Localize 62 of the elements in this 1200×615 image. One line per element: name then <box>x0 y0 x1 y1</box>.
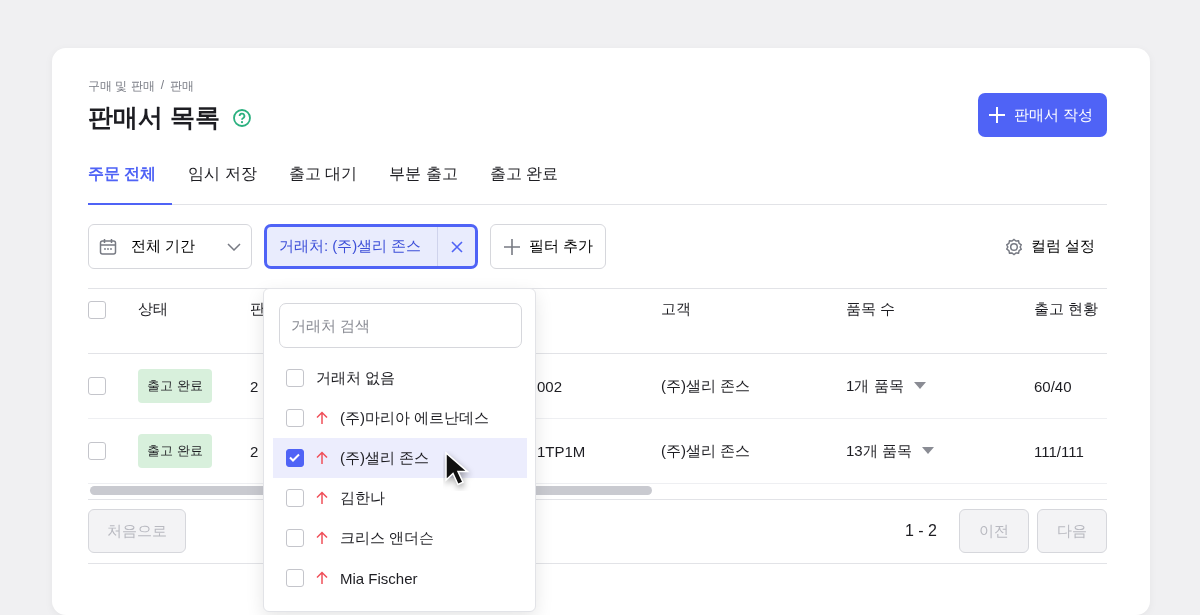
caret-down-icon <box>913 382 926 390</box>
checkbox[interactable] <box>88 377 106 395</box>
dropdown-option[interactable]: (주)마리아 에르난데스 <box>273 398 527 438</box>
help-icon <box>231 107 252 128</box>
tab[interactable]: 임시 저장 <box>172 154 273 205</box>
caret-down-icon <box>921 447 934 455</box>
breadcrumb-separator: / <box>160 78 164 94</box>
arrow-up-icon <box>316 571 328 585</box>
dropdown-option[interactable]: (주)샐리 존스 <box>273 438 527 478</box>
checkbox[interactable] <box>286 529 304 547</box>
plus-icon <box>503 237 521 256</box>
status-badge: 출고 완료 <box>138 369 212 403</box>
page-range: 1 - 2 <box>905 522 937 540</box>
table-cell: 13개 품목 <box>846 441 912 461</box>
arrow-up-icon <box>316 531 328 545</box>
create-button[interactable]: 판매서 작성 <box>977 93 1107 137</box>
checkbox[interactable] <box>88 300 106 319</box>
tab[interactable]: 부분 출고 <box>373 154 474 205</box>
table-cell: 2 <box>250 442 259 460</box>
page-title: 판매서 목록 <box>88 102 220 133</box>
table-cell: 60/40 <box>1034 377 1072 395</box>
plus-icon <box>987 106 1006 124</box>
tab[interactable]: 출고 대기 <box>272 154 374 205</box>
arrow-up-icon <box>316 491 328 505</box>
tab[interactable]: 주문 전체 <box>88 154 173 205</box>
arrow-up-icon <box>316 411 328 425</box>
checkbox[interactable] <box>286 449 304 467</box>
table-cell: 1TP1M <box>537 442 586 460</box>
date-range-dropdown[interactable]: 전체 기간 <box>88 224 252 269</box>
breadcrumb-link[interactable]: 판매 <box>170 78 194 95</box>
table-cell: (주)샐리 존스 <box>661 441 751 461</box>
filter-chip-label[interactable]: 거래처: (주)샐리 존스 <box>267 227 437 266</box>
chevron-down-icon <box>227 242 241 251</box>
checkbox[interactable] <box>286 409 304 427</box>
dropdown-option[interactable]: 거래처 없음 <box>273 358 527 398</box>
table-cell: 2 <box>250 377 259 395</box>
dropdown-option[interactable]: 크리스 앤더슨 <box>273 518 527 558</box>
dropdown-option[interactable]: 김한나 <box>273 478 527 518</box>
tab[interactable]: 출고 완료 <box>473 154 575 205</box>
table-cell: (주)샐리 존스 <box>661 376 751 396</box>
settings-icon <box>1004 237 1023 256</box>
checkbox[interactable] <box>286 489 304 507</box>
calendar-icon <box>99 237 117 256</box>
status-badge: 출고 완료 <box>138 434 212 468</box>
add-filter-button[interactable]: 필터 추가 <box>490 224 607 269</box>
search-field[interactable]: 거래처 검색 <box>279 303 522 348</box>
breadcrumb-link[interactable]: 구매 및 판매 <box>88 78 155 95</box>
column-header: 품목 수 <box>846 300 896 320</box>
table-cell: 1개 품목 <box>846 376 904 396</box>
close-icon <box>450 240 463 253</box>
arrow-up-icon <box>316 451 328 465</box>
checkbox[interactable] <box>286 569 304 587</box>
checkbox[interactable] <box>286 369 304 387</box>
table-cell: 002 <box>537 377 563 395</box>
column-settings-button[interactable]: 컬럼 설정 <box>1004 237 1107 256</box>
column-header: 판 <box>250 300 265 320</box>
table-cell: 111/111 <box>1034 442 1084 460</box>
checkbox[interactable] <box>88 442 106 460</box>
column-header: 고객 <box>661 300 691 320</box>
dropdown-option[interactable]: Mia Fischer <box>273 558 527 598</box>
column-header: 상태 <box>138 300 168 320</box>
column-header: 출고 현황 <box>1034 300 1099 320</box>
